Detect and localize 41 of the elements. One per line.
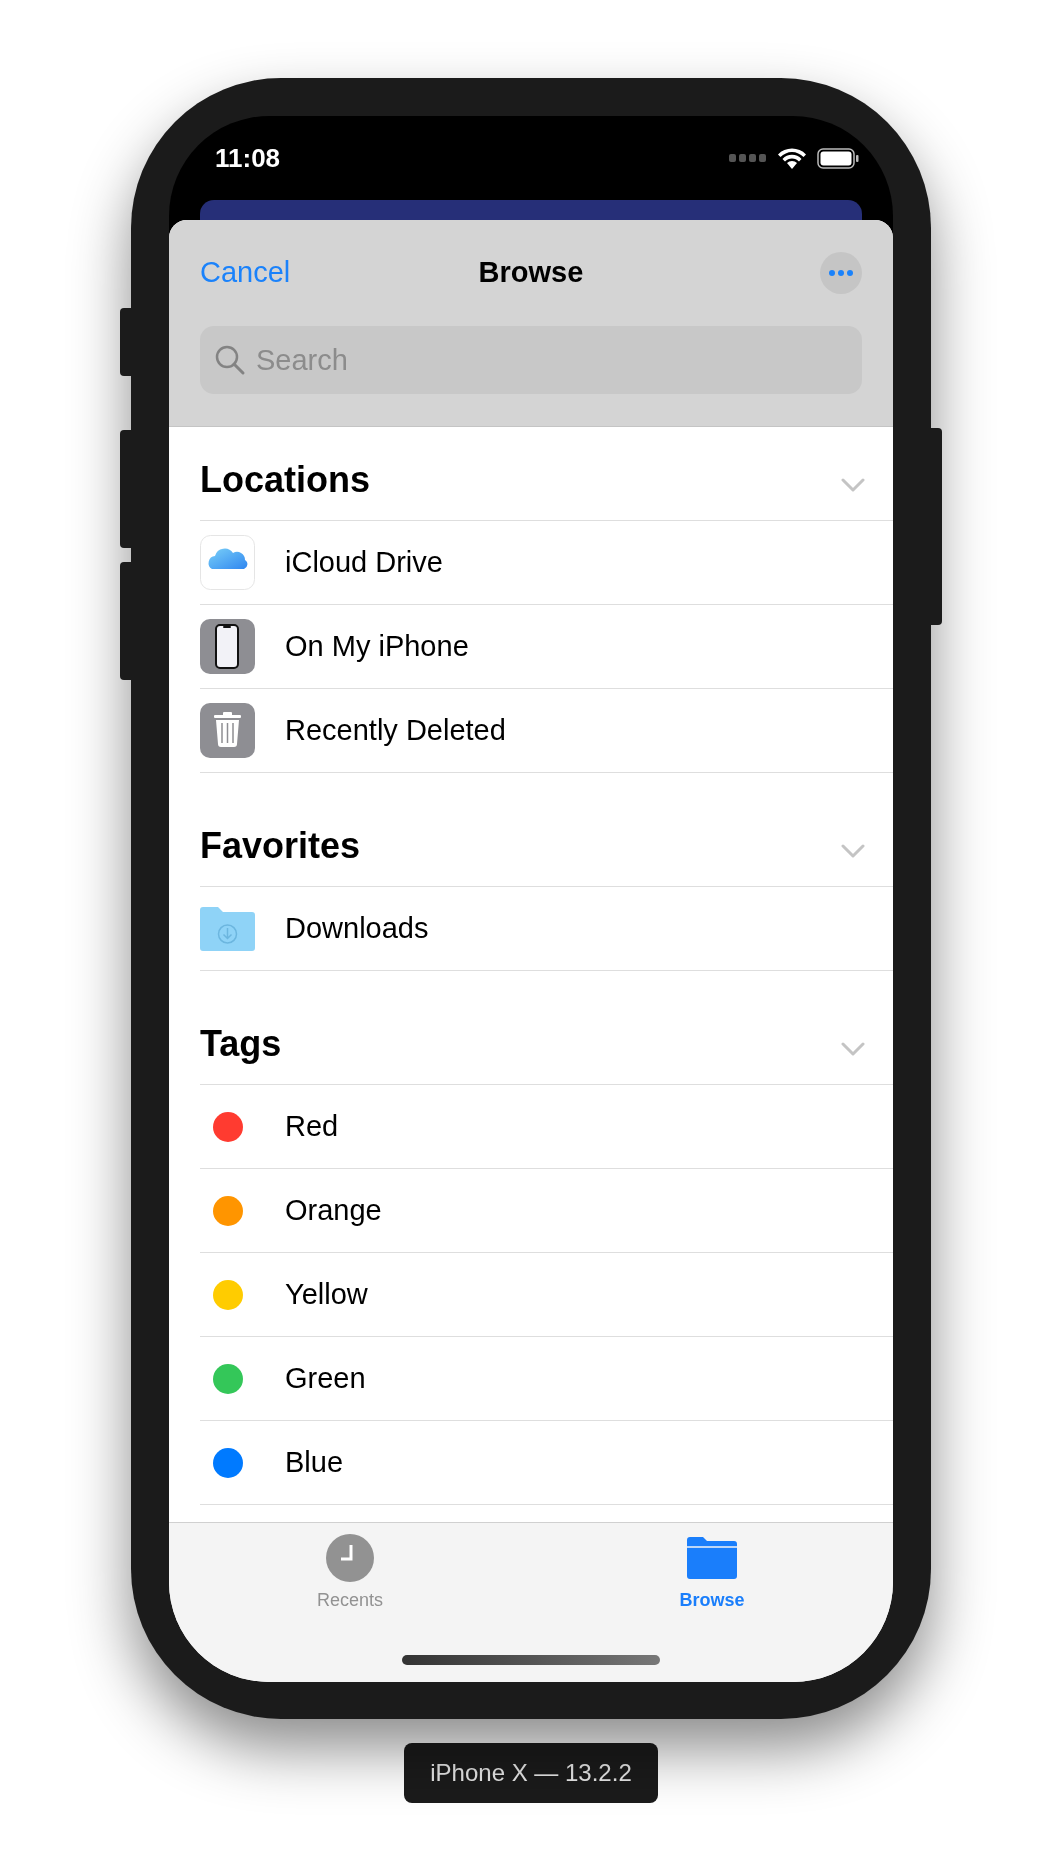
row-label: iCloud Drive (285, 544, 443, 580)
section-title: Favorites (200, 828, 361, 864)
search-field[interactable]: Search (200, 326, 862, 394)
phone-icon (200, 619, 255, 674)
chevron-down-icon[interactable] (841, 1042, 865, 1056)
list-row[interactable]: iCloud Drive (200, 521, 893, 605)
section-title: Tags (200, 1026, 282, 1062)
folder-icon (687, 1537, 737, 1579)
row-label: Orange (285, 1192, 382, 1228)
row-label: Blue (285, 1444, 344, 1480)
chevron-down-icon[interactable] (841, 478, 865, 492)
ellipsis-icon (829, 270, 853, 276)
row-label: Green (285, 1360, 366, 1396)
folder-icon (200, 906, 255, 951)
nav-title: Browse (478, 255, 584, 291)
row-label: Red (285, 1108, 339, 1144)
list-row[interactable]: Orange (200, 1169, 893, 1253)
list-row[interactable]: Green (200, 1337, 893, 1421)
device-label: iPhone X — 13.2.2 (404, 1743, 658, 1803)
cloud-icon (200, 535, 255, 590)
clock-icon (326, 1534, 374, 1582)
status-time: 11:08 (215, 141, 281, 175)
list-row[interactable]: On My iPhone (200, 605, 893, 689)
list-row[interactable]: Yellow (200, 1253, 893, 1337)
list-row[interactable]: Recently Deleted (200, 689, 893, 773)
search-icon (214, 344, 246, 376)
tab-item[interactable]: Browse (531, 1533, 893, 1614)
wifi-icon (777, 147, 807, 169)
signal-icon (729, 154, 767, 162)
row-label: Recently Deleted (285, 712, 506, 748)
list-row[interactable]: Blue (200, 1421, 893, 1505)
battery-icon (817, 147, 859, 169)
section-title: Locations (200, 462, 370, 498)
row-label: On My iPhone (285, 628, 469, 664)
row-label: Downloads (285, 910, 429, 946)
more-button[interactable] (820, 252, 862, 294)
chevron-down-icon[interactable] (841, 844, 865, 858)
row-label: Yellow (285, 1276, 368, 1312)
trash-icon (200, 703, 255, 758)
list-row[interactable]: Downloads (200, 887, 893, 971)
list-row[interactable]: Red (200, 1085, 893, 1169)
